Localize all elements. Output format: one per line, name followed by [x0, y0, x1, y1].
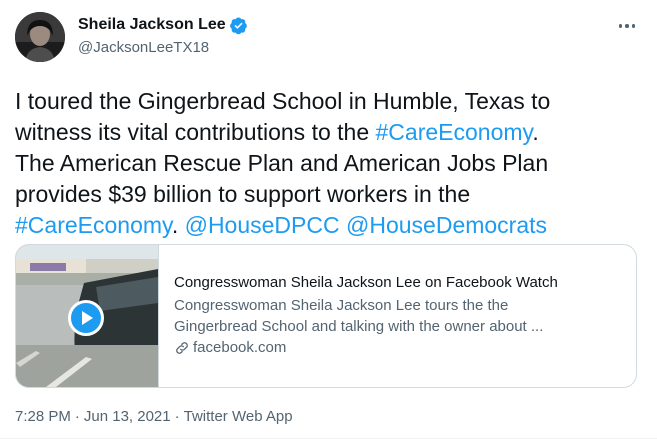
card-description-line-1: Congresswoman Sheila Jackson Lee tours t…	[174, 297, 509, 314]
more-options-icon[interactable]	[617, 20, 637, 32]
tweet-metadata: 7:28 PM · Jun 13, 2021 · Twitter Web App	[15, 408, 293, 425]
tweet-date[interactable]: Jun 13, 2021	[84, 408, 171, 425]
card-text: Congresswoman Sheila Jackson Lee on Face…	[174, 273, 619, 358]
card-domain-text: facebook.com	[193, 339, 287, 356]
divider	[0, 438, 657, 439]
meta-separator: ·	[74, 408, 80, 425]
play-icon[interactable]	[68, 300, 104, 336]
display-name[interactable]: Sheila Jackson Lee	[78, 16, 226, 34]
avatar[interactable]	[15, 12, 65, 62]
video-thumbnail[interactable]	[16, 245, 159, 387]
tweet-line-5: #CareEconomy. @HouseDPCC @HouseDemocrats	[15, 210, 640, 241]
meta-separator-2: ·	[174, 408, 180, 425]
mention-housedemocrats-link[interactable]: @HouseDemocrats	[346, 212, 547, 238]
tweet-source[interactable]: Twitter Web App	[184, 408, 293, 425]
tweet-line-3: The American Rescue Plan and American Jo…	[15, 150, 549, 176]
tweet-line-5-mid: .	[171, 212, 185, 238]
card-description: Congresswoman Sheila Jackson Lee tours t…	[174, 295, 619, 337]
tweet: Sheila Jackson Lee @JacksonLeeTX18 I tou…	[0, 0, 657, 440]
tweet-line-2-end: .	[532, 119, 539, 145]
verified-badge-icon	[229, 16, 248, 35]
hashtag-careeconomy-link-2[interactable]: #CareEconomy	[15, 212, 172, 238]
name-row: Sheila Jackson Lee	[78, 14, 248, 36]
avatar-photo	[15, 12, 65, 62]
mention-housedpcc-link[interactable]: @HouseDPCC	[185, 212, 340, 238]
tweet-time[interactable]: 7:28 PM	[15, 408, 71, 425]
card-description-line-2: Gingerbread School and talking with the …	[174, 318, 544, 335]
handle[interactable]: @JacksonLeeTX18	[78, 39, 248, 56]
card-domain: facebook.com	[174, 338, 619, 358]
tweet-line-4: provides $39 billion to support workers …	[15, 181, 471, 207]
hashtag-careeconomy-link[interactable]: #CareEconomy	[376, 119, 533, 145]
author-info: Sheila Jackson Lee @JacksonLeeTX18	[78, 14, 248, 56]
tweet-line-2: witness its vital contributions to the #…	[15, 117, 640, 148]
link-icon	[176, 342, 188, 354]
tweet-text: I toured the Gingerbread School in Humbl…	[15, 86, 640, 241]
tweet-line-2-text: witness its vital contributions to the	[15, 119, 376, 145]
tweet-line-1: I toured the Gingerbread School in Humbl…	[15, 88, 551, 114]
card-title: Congresswoman Sheila Jackson Lee on Face…	[174, 274, 558, 291]
link-preview-card[interactable]: Congresswoman Sheila Jackson Lee on Face…	[15, 244, 637, 388]
